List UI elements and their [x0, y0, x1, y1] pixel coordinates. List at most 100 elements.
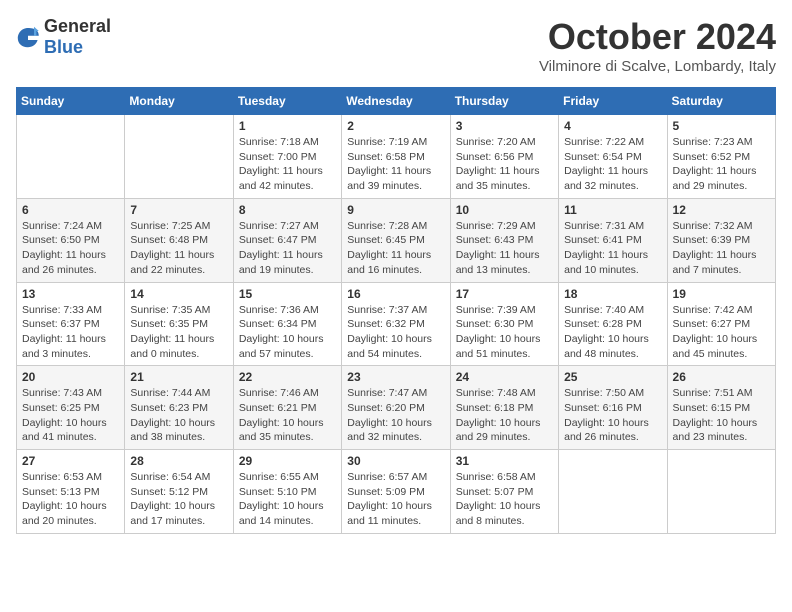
day-number: 18: [564, 287, 661, 301]
day-number: 11: [564, 203, 661, 217]
day-number: 14: [130, 287, 227, 301]
column-header-sunday: Sunday: [17, 88, 125, 115]
day-info: Sunrise: 7:22 AM Sunset: 6:54 PM Dayligh…: [564, 135, 661, 194]
calendar-cell: 8 Sunrise: 7:27 AM Sunset: 6:47 PM Daylig…: [233, 198, 341, 282]
column-header-friday: Friday: [559, 88, 667, 115]
day-number: 7: [130, 203, 227, 217]
calendar-cell: 20 Sunrise: 7:43 AM Sunset: 6:25 PM Dayli…: [17, 366, 125, 450]
day-info: Sunrise: 7:19 AM Sunset: 6:58 PM Dayligh…: [347, 135, 444, 194]
day-info: Sunrise: 7:36 AM Sunset: 6:34 PM Dayligh…: [239, 303, 336, 362]
calendar-cell: 1 Sunrise: 7:18 AM Sunset: 7:00 PM Daylig…: [233, 115, 341, 199]
day-info: Sunrise: 7:44 AM Sunset: 6:23 PM Dayligh…: [130, 386, 227, 445]
day-info: Sunrise: 7:24 AM Sunset: 6:50 PM Dayligh…: [22, 219, 119, 278]
day-info: Sunrise: 6:57 AM Sunset: 5:09 PM Dayligh…: [347, 470, 444, 529]
day-number: 30: [347, 454, 444, 468]
day-info: Sunrise: 7:23 AM Sunset: 6:52 PM Dayligh…: [673, 135, 770, 194]
logo-icon: [16, 25, 40, 49]
day-info: Sunrise: 6:54 AM Sunset: 5:12 PM Dayligh…: [130, 470, 227, 529]
calendar-cell: 23 Sunrise: 7:47 AM Sunset: 6:20 PM Dayli…: [342, 366, 450, 450]
day-number: 28: [130, 454, 227, 468]
calendar-cell: 19 Sunrise: 7:42 AM Sunset: 6:27 PM Dayli…: [667, 282, 775, 366]
calendar-week-row: 6 Sunrise: 7:24 AM Sunset: 6:50 PM Daylig…: [17, 198, 776, 282]
day-number: 27: [22, 454, 119, 468]
day-info: Sunrise: 7:20 AM Sunset: 6:56 PM Dayligh…: [456, 135, 553, 194]
day-number: 23: [347, 370, 444, 384]
calendar-week-row: 27Sunrise: 6:53 AM Sunset: 5:13 PM Dayli…: [17, 450, 776, 534]
day-number: 17: [456, 287, 553, 301]
calendar-cell: 16 Sunrise: 7:37 AM Sunset: 6:32 PM Dayli…: [342, 282, 450, 366]
day-info: Sunrise: 7:50 AM Sunset: 6:16 PM Dayligh…: [564, 386, 661, 445]
calendar-cell: 17 Sunrise: 7:39 AM Sunset: 6:30 PM Dayli…: [450, 282, 558, 366]
calendar-cell: 29Sunrise: 6:55 AM Sunset: 5:10 PM Dayli…: [233, 450, 341, 534]
calendar-cell: 14 Sunrise: 7:35 AM Sunset: 6:35 PM Dayli…: [125, 282, 233, 366]
day-info: Sunrise: 7:28 AM Sunset: 6:45 PM Dayligh…: [347, 219, 444, 278]
day-number: 16: [347, 287, 444, 301]
day-number: 20: [22, 370, 119, 384]
day-info: Sunrise: 7:48 AM Sunset: 6:18 PM Dayligh…: [456, 386, 553, 445]
day-info: Sunrise: 7:51 AM Sunset: 6:15 PM Dayligh…: [673, 386, 770, 445]
day-info: Sunrise: 7:37 AM Sunset: 6:32 PM Dayligh…: [347, 303, 444, 362]
calendar-week-row: 13Sunrise: 7:33 AM Sunset: 6:37 PM Dayli…: [17, 282, 776, 366]
day-number: 2: [347, 119, 444, 133]
day-number: 13: [22, 287, 119, 301]
day-info: Sunrise: 7:43 AM Sunset: 6:25 PM Dayligh…: [22, 386, 119, 445]
day-info: Sunrise: 7:46 AM Sunset: 6:21 PM Dayligh…: [239, 386, 336, 445]
month-title: October 2024: [539, 16, 776, 58]
day-number: 19: [673, 287, 770, 301]
day-number: 9: [347, 203, 444, 217]
day-number: 10: [456, 203, 553, 217]
column-header-monday: Monday: [125, 88, 233, 115]
day-info: Sunrise: 7:47 AM Sunset: 6:20 PM Dayligh…: [347, 386, 444, 445]
day-info: Sunrise: 7:31 AM Sunset: 6:41 PM Dayligh…: [564, 219, 661, 278]
calendar-cell: 31 Sunrise: 6:58 AM Sunset: 5:07 PM Dayli…: [450, 450, 558, 534]
calendar-cell: 11 Sunrise: 7:31 AM Sunset: 6:41 PM Dayli…: [559, 198, 667, 282]
day-number: 8: [239, 203, 336, 217]
calendar-cell: 13Sunrise: 7:33 AM Sunset: 6:37 PM Dayli…: [17, 282, 125, 366]
calendar-week-row: 20 Sunrise: 7:43 AM Sunset: 6:25 PM Dayli…: [17, 366, 776, 450]
calendar-cell: 30 Sunrise: 6:57 AM Sunset: 5:09 PM Dayli…: [342, 450, 450, 534]
day-number: 12: [673, 203, 770, 217]
calendar-cell: 25 Sunrise: 7:50 AM Sunset: 6:16 PM Dayli…: [559, 366, 667, 450]
page-header: General Blue October 2024 Vilminore di S…: [16, 16, 776, 75]
day-number: 15: [239, 287, 336, 301]
column-header-wednesday: Wednesday: [342, 88, 450, 115]
calendar-cell: 28 Sunrise: 6:54 AM Sunset: 5:12 PM Dayli…: [125, 450, 233, 534]
day-info: Sunrise: 7:29 AM Sunset: 6:43 PM Dayligh…: [456, 219, 553, 278]
calendar-cell: 26 Sunrise: 7:51 AM Sunset: 6:15 PM Dayli…: [667, 366, 775, 450]
calendar-cell: 27Sunrise: 6:53 AM Sunset: 5:13 PM Dayli…: [17, 450, 125, 534]
logo: General Blue: [16, 16, 111, 58]
calendar-cell: 7 Sunrise: 7:25 AM Sunset: 6:48 PM Daylig…: [125, 198, 233, 282]
day-number: 1: [239, 119, 336, 133]
calendar-cell: 10 Sunrise: 7:29 AM Sunset: 6:43 PM Dayli…: [450, 198, 558, 282]
calendar-cell: [667, 450, 775, 534]
day-info: Sunrise: 7:35 AM Sunset: 6:35 PM Dayligh…: [130, 303, 227, 362]
day-info: Sunrise: 7:39 AM Sunset: 6:30 PM Dayligh…: [456, 303, 553, 362]
day-info: Sunrise: 7:32 AM Sunset: 6:39 PM Dayligh…: [673, 219, 770, 278]
column-header-tuesday: Tuesday: [233, 88, 341, 115]
calendar-cell: 9 Sunrise: 7:28 AM Sunset: 6:45 PM Daylig…: [342, 198, 450, 282]
calendar-cell: 22Sunrise: 7:46 AM Sunset: 6:21 PM Dayli…: [233, 366, 341, 450]
day-info: Sunrise: 7:25 AM Sunset: 6:48 PM Dayligh…: [130, 219, 227, 278]
logo-general: General: [44, 16, 111, 36]
calendar-cell: 24Sunrise: 7:48 AM Sunset: 6:18 PM Dayli…: [450, 366, 558, 450]
day-info: Sunrise: 7:18 AM Sunset: 7:00 PM Dayligh…: [239, 135, 336, 194]
calendar-cell: 12 Sunrise: 7:32 AM Sunset: 6:39 PM Dayli…: [667, 198, 775, 282]
calendar-cell: 3Sunrise: 7:20 AM Sunset: 6:56 PM Daylig…: [450, 115, 558, 199]
column-header-thursday: Thursday: [450, 88, 558, 115]
day-number: 25: [564, 370, 661, 384]
day-info: Sunrise: 6:58 AM Sunset: 5:07 PM Dayligh…: [456, 470, 553, 529]
calendar-cell: 4 Sunrise: 7:22 AM Sunset: 6:54 PM Daylig…: [559, 115, 667, 199]
day-number: 6: [22, 203, 119, 217]
logo-blue: Blue: [44, 37, 83, 57]
day-number: 21: [130, 370, 227, 384]
calendar-cell: 21 Sunrise: 7:44 AM Sunset: 6:23 PM Dayli…: [125, 366, 233, 450]
day-info: Sunrise: 7:27 AM Sunset: 6:47 PM Dayligh…: [239, 219, 336, 278]
day-number: 5: [673, 119, 770, 133]
day-info: Sunrise: 6:55 AM Sunset: 5:10 PM Dayligh…: [239, 470, 336, 529]
day-number: 26: [673, 370, 770, 384]
day-number: 4: [564, 119, 661, 133]
calendar-table: SundayMondayTuesdayWednesdayThursdayFrid…: [16, 87, 776, 534]
calendar-cell: 2 Sunrise: 7:19 AM Sunset: 6:58 PM Daylig…: [342, 115, 450, 199]
day-number: 31: [456, 454, 553, 468]
day-info: Sunrise: 7:42 AM Sunset: 6:27 PM Dayligh…: [673, 303, 770, 362]
